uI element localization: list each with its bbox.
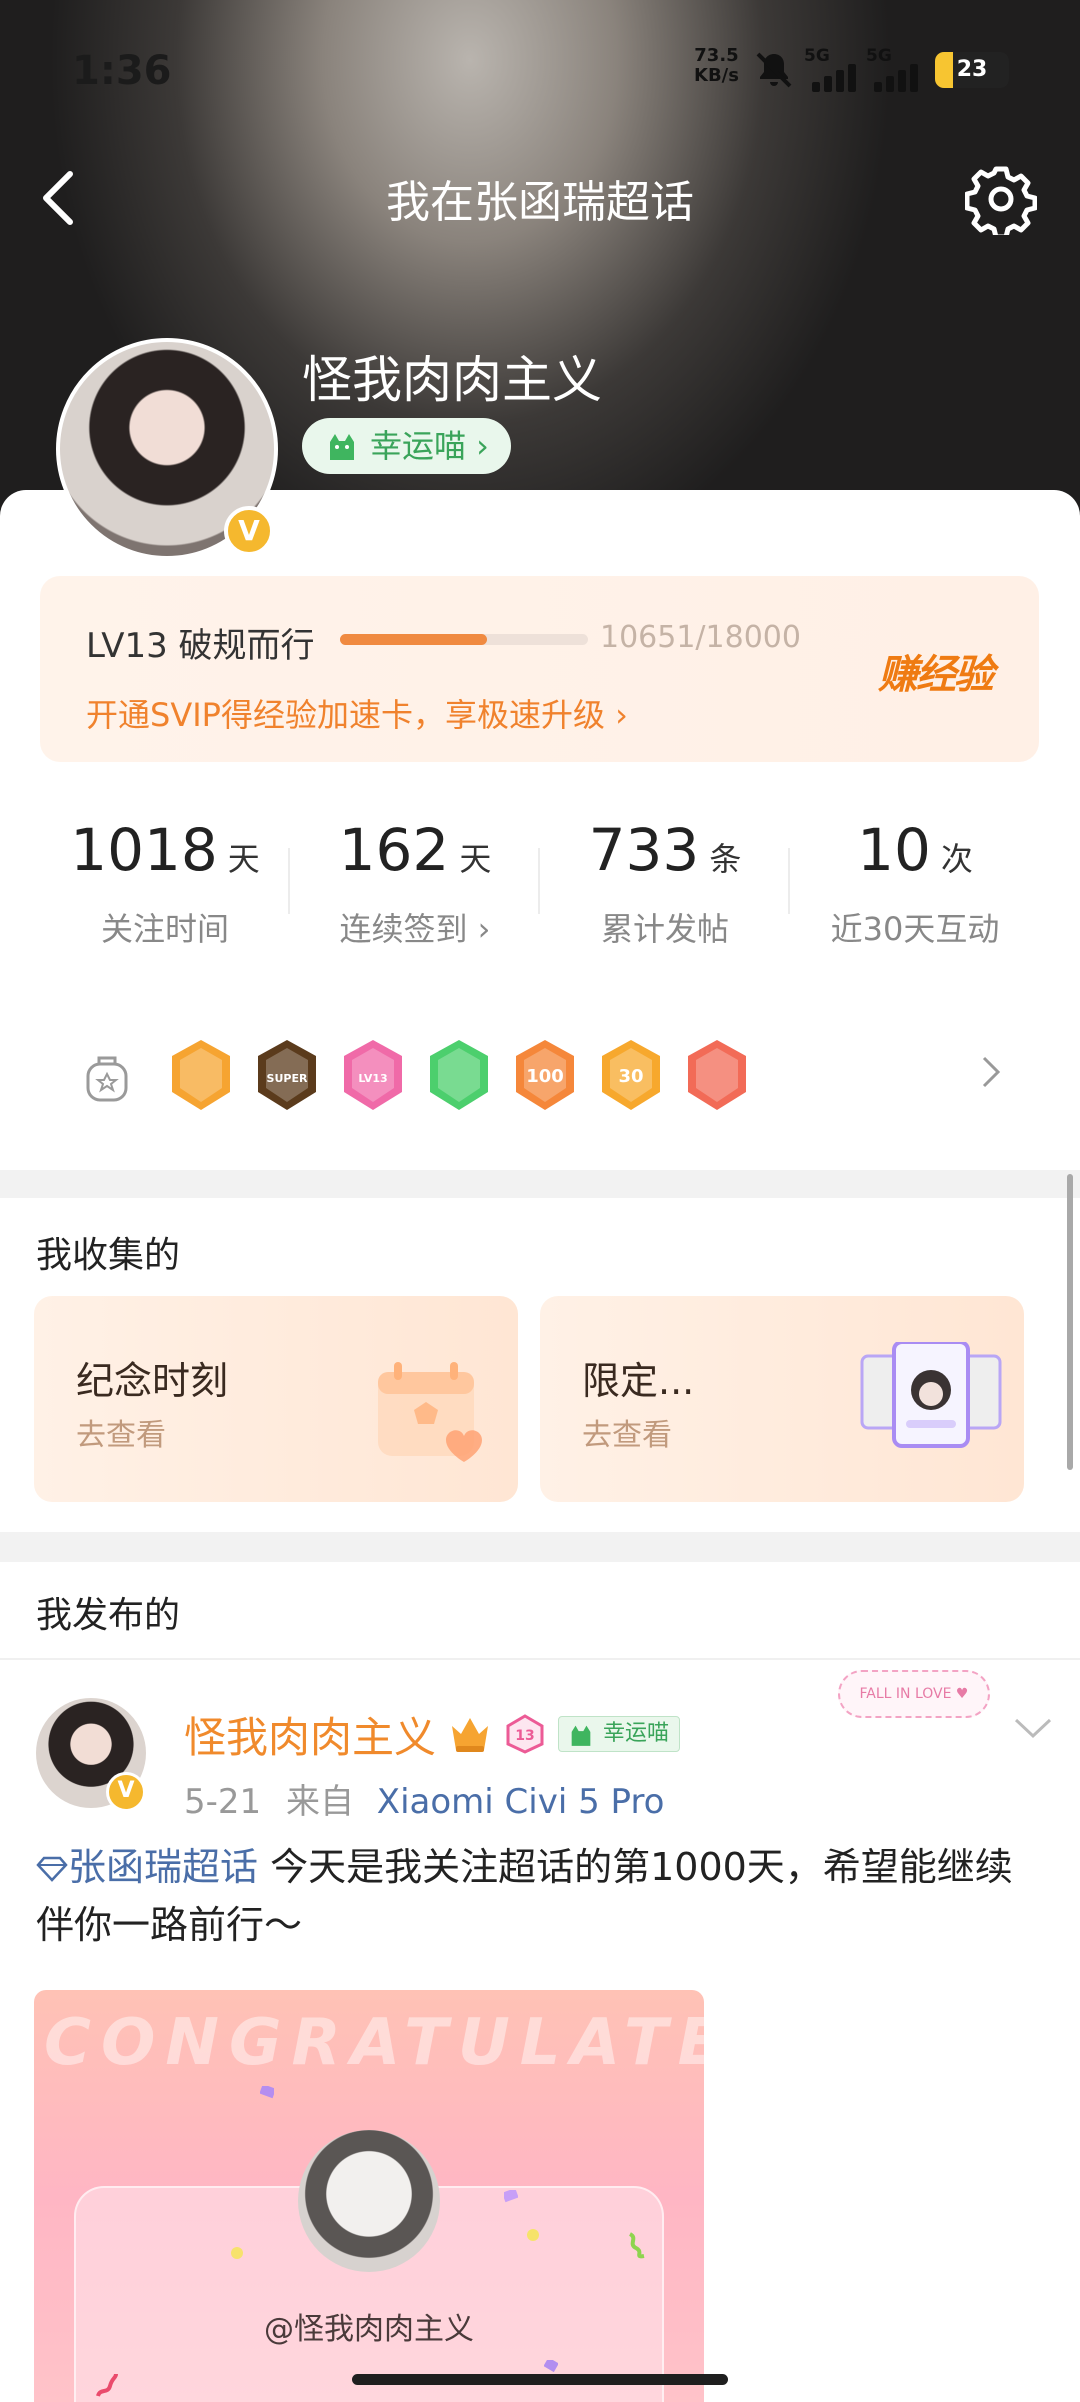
super-badge-icon: SUPER bbox=[258, 1040, 316, 1110]
collection-tile-action: 去查看 bbox=[582, 1418, 672, 1453]
network-speed-unit: KB/s bbox=[694, 65, 739, 86]
stat-label: 近30天互动 bbox=[830, 910, 1000, 948]
lucky-cat-badge[interactable]: 幸运喵 › bbox=[302, 418, 511, 474]
badge-text: LV13 bbox=[358, 1072, 387, 1085]
posts-title: 我发布的 bbox=[36, 1595, 181, 1636]
profile-username: 怪我肉肉主义 bbox=[302, 351, 602, 409]
badge-wall[interactable]: SUPER LV13 100 30 bbox=[40, 1006, 1039, 1146]
level-panel: LV13 破规而行 10651/18000 开通SVIP得经验加速卡，享极速升级… bbox=[40, 576, 1039, 762]
chevron-right-icon[interactable] bbox=[976, 1052, 1006, 1092]
earn-exp-button[interactable]: 赚经验 bbox=[878, 642, 994, 700]
collections-section: 我收集的 纪念时刻 去查看 限定... 去查看 bbox=[0, 1198, 1080, 1532]
collections-title: 我收集的 bbox=[36, 1235, 181, 1276]
stat-checkin-days[interactable]: 162 天 连续签到 › bbox=[290, 786, 540, 976]
cat-icon bbox=[330, 434, 354, 460]
cat-icon bbox=[571, 1725, 591, 1746]
stat-label: 关注时间 bbox=[100, 910, 229, 948]
badge-text: SUPER bbox=[267, 1072, 308, 1085]
chevron-down-icon[interactable] bbox=[1012, 1714, 1054, 1744]
level-exp-text: 10651/18000 bbox=[600, 620, 801, 655]
profile-card: LV13 破规而行 10651/18000 开通SVIP得经验加速卡，享极速升级… bbox=[0, 490, 1080, 1170]
post-meta: 5-21 来自 Xiaomi Civi 5 Pro bbox=[184, 1774, 665, 1823]
signal-sim1-icon: 5G bbox=[804, 46, 864, 94]
mute-bell-icon bbox=[756, 52, 792, 88]
post-image[interactable]: CONGRATULATE @怪我肉肉主义 bbox=[34, 1990, 704, 2402]
network-speed: 73.5 KB/s bbox=[694, 46, 739, 86]
verified-badge: V bbox=[224, 506, 274, 556]
doll-avatar-image bbox=[298, 2130, 440, 2272]
scrollbar[interactable] bbox=[1067, 1174, 1073, 1470]
stat-label: 累计发帖 bbox=[600, 910, 729, 948]
post-topic-link[interactable]: 张函瑞超话 bbox=[68, 1845, 258, 1889]
post-device[interactable]: Xiaomi Civi 5 Pro bbox=[377, 1782, 665, 1822]
collection-tile-limited[interactable]: 限定... 去查看 bbox=[540, 1296, 1024, 1502]
post-text: 张函瑞超话 今天是我关注超话的第1000天，希望能继续伴你一路前行～ bbox=[36, 1838, 1046, 1954]
status-bar: 1:36 73.5 KB/s 5G 5G 23 bbox=[0, 40, 1080, 100]
image-caption: @怪我肉肉主义 bbox=[264, 2312, 474, 2347]
lucky-cat-tag: 幸运喵 bbox=[558, 1716, 681, 1752]
level-label: LV13 破规而行 bbox=[86, 626, 315, 666]
status-time: 1:36 bbox=[72, 48, 172, 94]
post-date: 5-21 bbox=[184, 1782, 262, 1822]
gear-icon[interactable] bbox=[965, 163, 1037, 235]
lucky-tag-label: 幸运喵 bbox=[603, 1721, 670, 1746]
svip-promo-link[interactable]: 开通SVIP得经验加速卡，享极速升级 › bbox=[86, 690, 628, 736]
collection-tile-moments[interactable]: 纪念时刻 去查看 bbox=[34, 1296, 518, 1502]
battery-icon: 23 bbox=[935, 52, 1009, 88]
level-progress-fill bbox=[340, 634, 487, 645]
level-progress-bar bbox=[340, 634, 588, 645]
stats-row: 1018 天 关注时间 162 天 连续签到 › 733 条 累计发帖 10 次 近30… bbox=[40, 786, 1039, 976]
super-topic-gem-icon bbox=[36, 1856, 68, 1882]
badge-wall-icon bbox=[86, 1056, 128, 1102]
post-author-name[interactable]: 怪我肉肉主义 bbox=[184, 1704, 436, 1765]
fall-in-love-decoration: FALL IN LOVE ♥ bbox=[838, 1670, 990, 1718]
crown-badge-icon bbox=[172, 1040, 230, 1110]
collection-tile-action: 去查看 bbox=[76, 1418, 166, 1453]
battery-level: 23 bbox=[956, 57, 988, 82]
level-13-icon: 13 bbox=[506, 1714, 544, 1754]
crown-icon bbox=[452, 1718, 488, 1752]
calendar-heart-icon bbox=[378, 1362, 482, 1462]
image-watermark: CONGRATULATE bbox=[44, 2006, 704, 2080]
badge-text: 30 bbox=[618, 1066, 643, 1087]
signal-sim2-icon: 5G bbox=[866, 46, 926, 94]
stat-post-count: 733 条 累计发帖 bbox=[540, 786, 790, 976]
collection-tile-title: 纪念时刻 bbox=[76, 1359, 229, 1403]
level-13-text: 13 bbox=[515, 1728, 534, 1744]
stat-label: 连续签到 › bbox=[339, 910, 491, 948]
collection-tile-title: 限定... bbox=[582, 1359, 695, 1403]
hand-badge-icon bbox=[430, 1040, 488, 1110]
network-speed-value: 73.5 bbox=[694, 45, 739, 66]
post-source-prefix: 来自 bbox=[285, 1782, 354, 1822]
posts-section: 我发布的 V 怪我肉肉主义 13 幸运喵 FALL IN LOVE ♥ 5-21… bbox=[0, 1562, 1080, 2402]
stat-interactions: 10 次 近30天互动 bbox=[790, 786, 1040, 976]
verified-badge: V bbox=[106, 1772, 146, 1812]
100-days-badge-icon: 100 bbox=[516, 1040, 574, 1110]
page-title: 我在张函瑞超话 bbox=[386, 177, 694, 228]
stat-follow-days: 1018 天 关注时间 bbox=[40, 786, 290, 976]
lucky-badge-label: 幸运喵 › bbox=[370, 427, 489, 465]
lv13-badge-icon: LV13 bbox=[344, 1040, 402, 1110]
photo-cards-icon bbox=[860, 1342, 1002, 1448]
home-indicator[interactable] bbox=[352, 2374, 728, 2385]
heart-hand-badge-icon bbox=[688, 1040, 746, 1110]
30-days-badge-icon: 30 bbox=[602, 1040, 660, 1110]
badge-text: 100 bbox=[526, 1066, 564, 1087]
